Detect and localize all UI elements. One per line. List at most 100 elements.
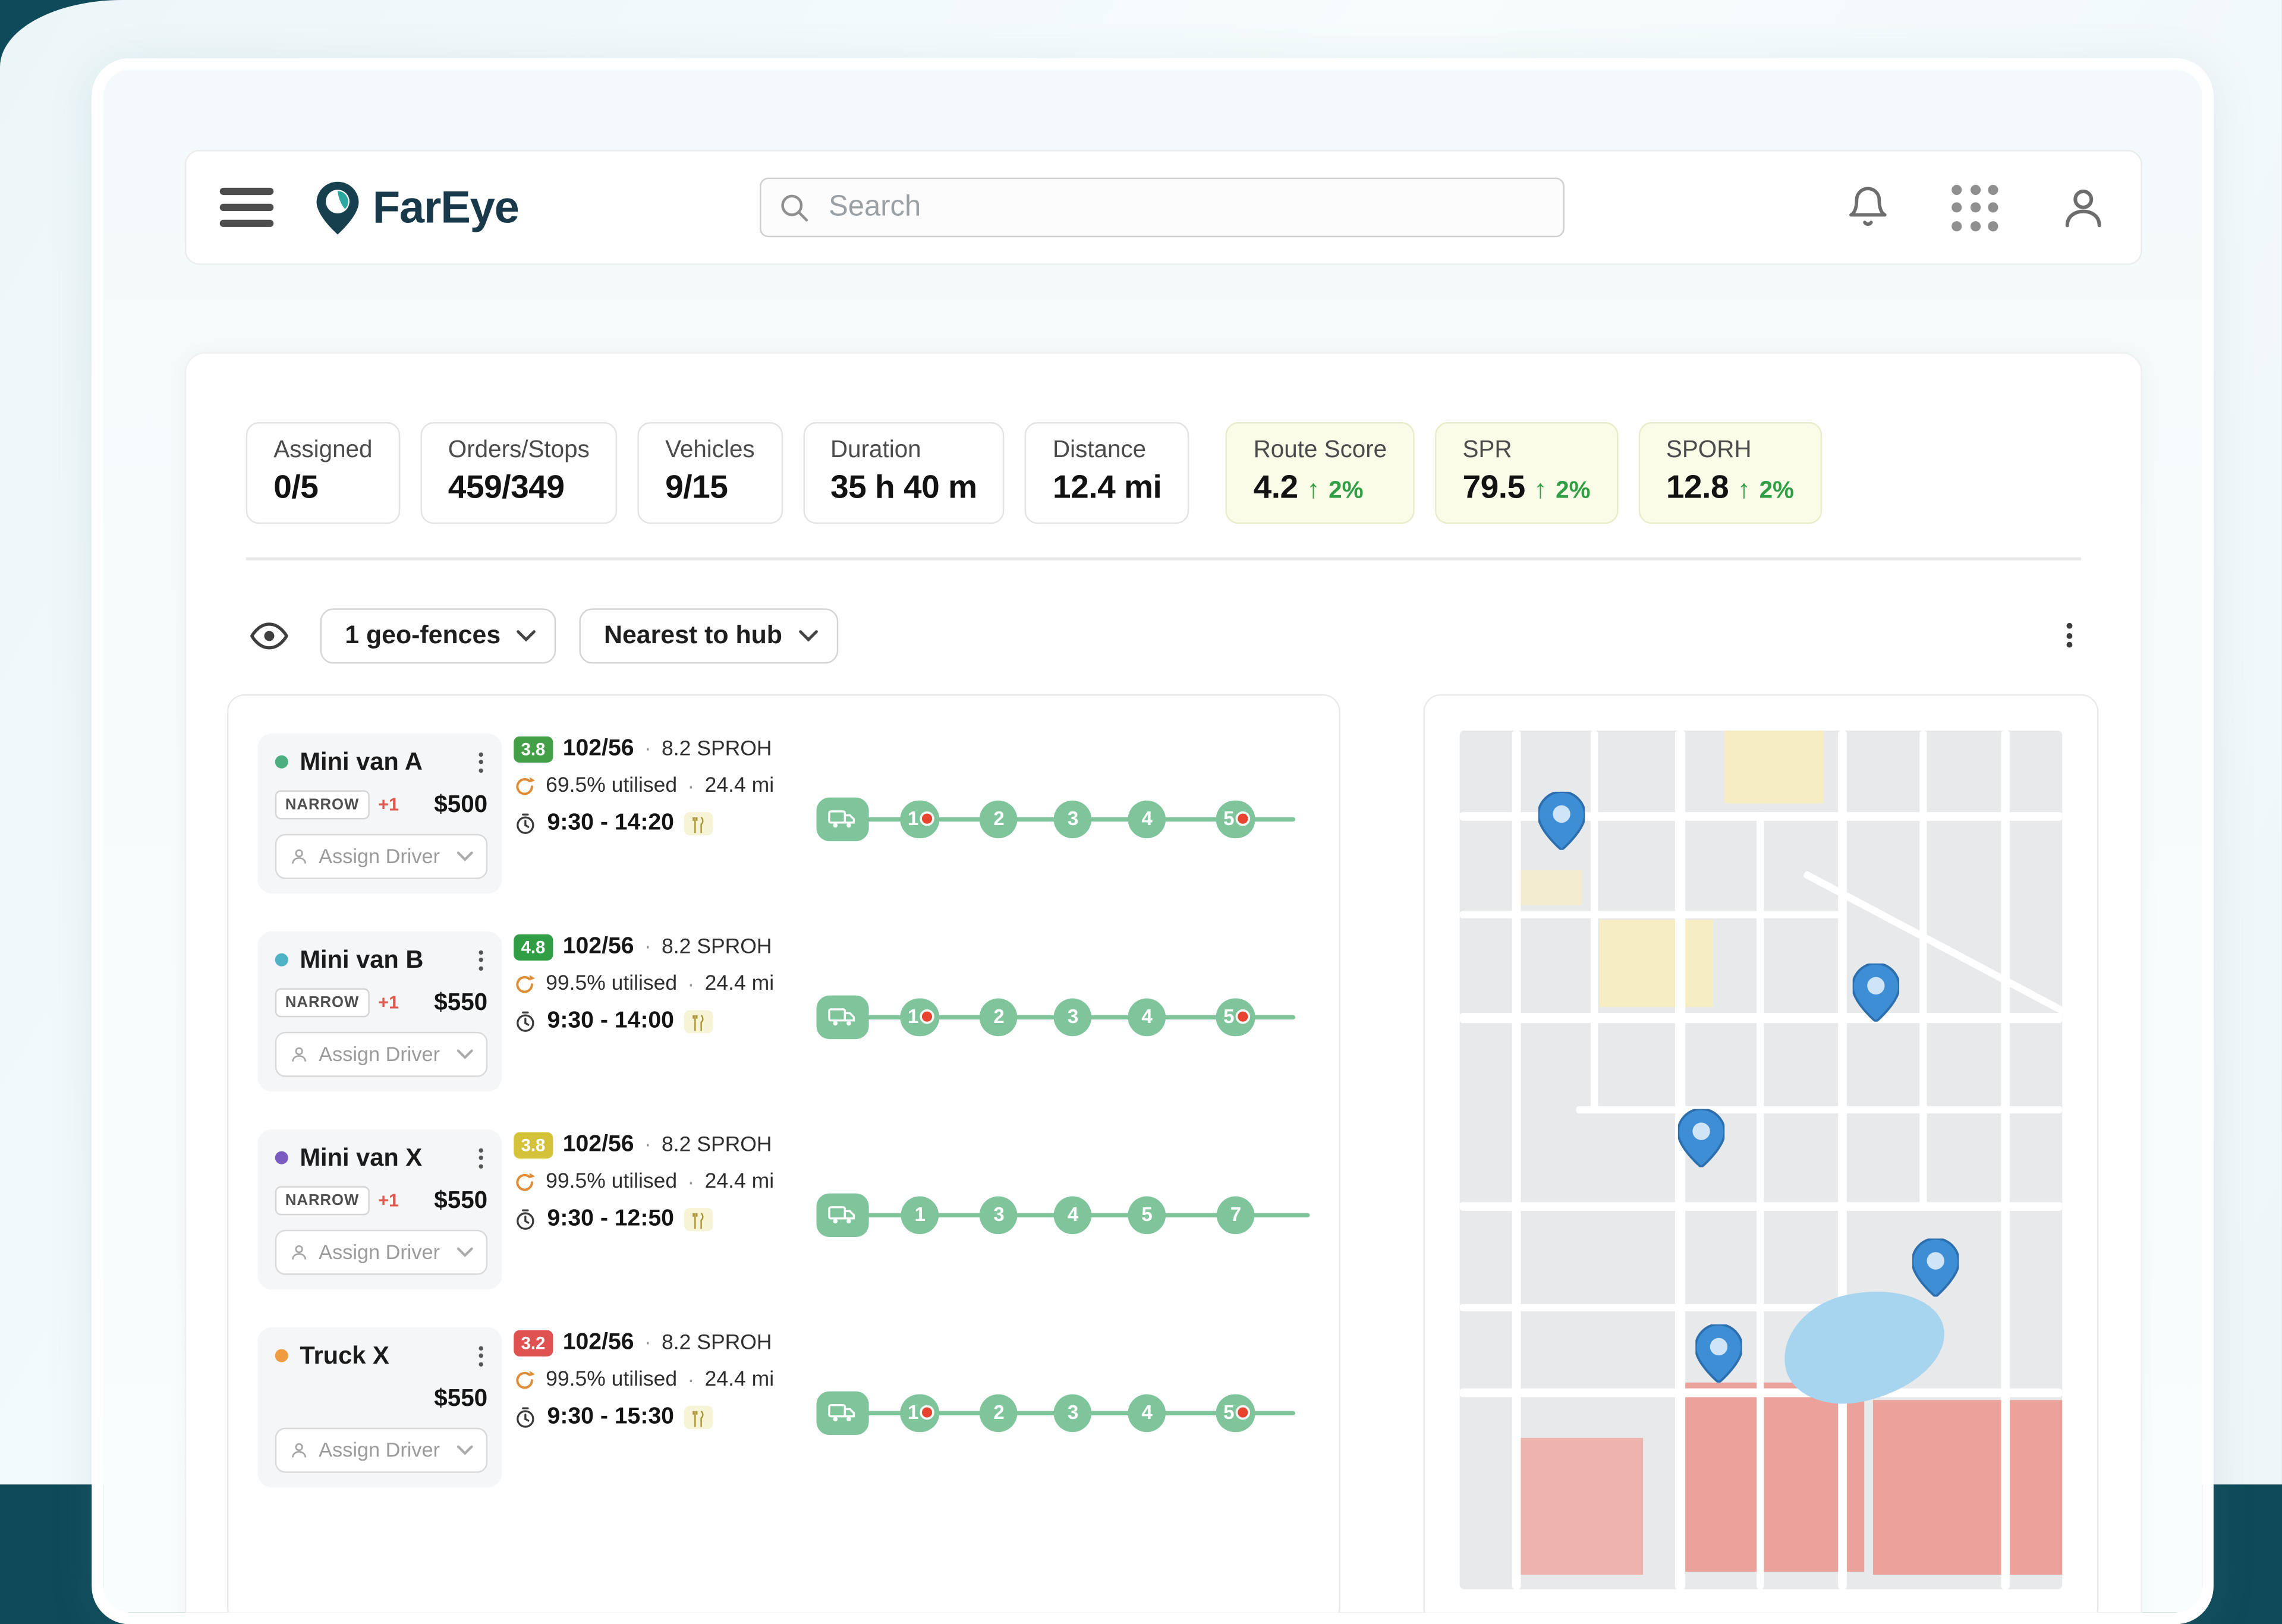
bell-icon[interactable] xyxy=(1845,185,1890,230)
vehicle-metrics: 3.2 102/56 · 8.2 SPROH 99.5% utilised · … xyxy=(514,1327,790,1430)
route-stop[interactable]: 2 xyxy=(980,1393,1018,1431)
assign-driver-label: Assign Driver xyxy=(319,1437,440,1462)
map-area-yellow xyxy=(1724,729,1824,803)
route-stop[interactable]: 3 xyxy=(1054,800,1092,838)
assign-driver-label: Assign Driver xyxy=(319,1041,440,1066)
sproh-value: 8.2 SPROH xyxy=(662,1133,772,1157)
assign-driver-dropdown[interactable]: Assign Driver xyxy=(275,1229,488,1274)
vehicle-menu-icon[interactable] xyxy=(474,747,487,776)
separator-dot: · xyxy=(644,736,651,761)
route-score-badge: 3.8 xyxy=(514,735,553,762)
route-timeline: 1 3 4 5 7 xyxy=(816,1189,1310,1239)
map-road xyxy=(1757,811,1764,1589)
route-timeline: 1 2 3 4 5 xyxy=(816,794,1310,844)
vehicle-menu-icon[interactable] xyxy=(474,1143,487,1172)
route-stop[interactable]: 4 xyxy=(1128,800,1166,838)
restaurant-icon xyxy=(693,1409,704,1427)
route-stop[interactable]: 5 xyxy=(1216,1393,1256,1431)
route-stop[interactable]: 4 xyxy=(1128,1393,1166,1431)
map-road xyxy=(1459,1012,2063,1022)
hamburger-menu-icon[interactable] xyxy=(219,188,274,227)
route-stop[interactable]: 2 xyxy=(980,800,1018,838)
search-box[interactable] xyxy=(760,177,1565,238)
map-road xyxy=(2001,729,2010,1589)
stat-label: Duration xyxy=(830,436,921,463)
brand-logo[interactable]: FarEye xyxy=(314,180,520,235)
map-pin[interactable] xyxy=(1850,962,1900,1024)
map-road xyxy=(1459,1387,2063,1397)
route-stop[interactable]: 1 xyxy=(901,1195,939,1233)
driver-icon xyxy=(292,1442,307,1457)
restaurant-icon xyxy=(693,816,704,833)
route-stop[interactable]: 7 xyxy=(1217,1195,1255,1233)
orders-stops-value: 102/56 xyxy=(562,1131,634,1157)
route-stop[interactable]: 5 xyxy=(1216,997,1256,1036)
clock-icon xyxy=(517,1208,534,1229)
vehicle-tag: NARROW xyxy=(275,1186,370,1216)
stat-label: Orders/Stops xyxy=(448,436,590,463)
vehicle-tag-more[interactable]: +1 xyxy=(378,1191,399,1211)
app-frame: FarEye Search Assigned 0/5 Orders/Stops … xyxy=(92,58,2214,1624)
vehicle-tag-more[interactable]: +1 xyxy=(378,993,399,1013)
top-icon-group xyxy=(1845,183,2107,231)
driver-icon xyxy=(292,848,307,863)
vehicle-price: $550 xyxy=(434,989,488,1015)
brand-name: FarEye xyxy=(372,181,520,232)
visibility-eye-icon[interactable] xyxy=(250,616,288,654)
orders-stops-value: 102/56 xyxy=(562,933,634,959)
route-stop[interactable]: 2 xyxy=(980,997,1018,1036)
chevron-down-icon xyxy=(457,1444,473,1455)
time-window: 9:30 - 15:30 xyxy=(547,1403,674,1429)
utilised-value: 69.5% utilised xyxy=(546,774,678,798)
user-icon[interactable] xyxy=(2059,183,2107,231)
more-options-icon[interactable] xyxy=(2062,619,2076,652)
dashboard-card: Assigned 0/5 Orders/Stops 459/349 Vehicl… xyxy=(184,352,2142,1613)
truck-icon[interactable] xyxy=(816,994,869,1038)
vehicle-tag-more[interactable]: +1 xyxy=(378,795,399,815)
truck-icon[interactable] xyxy=(816,797,869,841)
vehicle-metrics: 4.8 102/56 · 8.2 SPROH 99.5% utilised · … xyxy=(514,931,790,1034)
search-input[interactable] xyxy=(826,189,1547,226)
vehicle-price: $550 xyxy=(434,1186,488,1213)
restaurant-icon xyxy=(693,1014,704,1031)
map-pin[interactable] xyxy=(1911,1237,1960,1298)
route-stop[interactable]: 4 xyxy=(1054,1195,1092,1233)
route-stop[interactable]: 1 xyxy=(900,800,940,838)
top-nav: FarEye xyxy=(184,150,2142,265)
up-arrow-icon: ↑ xyxy=(1307,474,1320,504)
geofence-dropdown[interactable]: 1 geo-fences xyxy=(320,608,556,663)
vehicle-menu-icon[interactable] xyxy=(474,1341,487,1370)
map-pin[interactable] xyxy=(1676,1108,1726,1170)
stop-alert-dot xyxy=(1237,813,1248,824)
map[interactable] xyxy=(1459,729,2063,1589)
stat-value: 459/349 xyxy=(448,468,565,505)
route-stop[interactable]: 1 xyxy=(900,1393,940,1431)
assign-driver-dropdown[interactable]: Assign Driver xyxy=(275,833,488,879)
stat-delta: 2% xyxy=(1556,477,1591,504)
route-stop[interactable]: 4 xyxy=(1128,997,1166,1036)
distance-value: 24.4 mi xyxy=(704,774,775,798)
sproh-value: 8.2 SPROH xyxy=(662,1330,772,1355)
route-stop[interactable]: 5 xyxy=(1128,1195,1166,1233)
driver-icon xyxy=(292,1244,307,1259)
route-stop[interactable]: 3 xyxy=(1054,1393,1092,1431)
apps-grid-icon[interactable] xyxy=(1951,184,1998,231)
assign-driver-dropdown[interactable]: Assign Driver xyxy=(275,1427,488,1472)
assign-driver-label: Assign Driver xyxy=(319,1239,440,1264)
time-window: 9:30 - 14:20 xyxy=(547,810,674,835)
separator-dot: · xyxy=(644,1330,651,1355)
separator-dot: · xyxy=(687,1367,695,1392)
distance-value: 24.4 mi xyxy=(704,1170,775,1194)
route-stop[interactable]: 5 xyxy=(1216,800,1256,838)
stat-delta: 2% xyxy=(1329,477,1364,504)
route-stop[interactable]: 3 xyxy=(1054,997,1092,1036)
route-stop[interactable]: 1 xyxy=(900,997,940,1036)
truck-icon[interactable] xyxy=(816,1390,869,1434)
sort-dropdown[interactable]: Nearest to hub xyxy=(579,608,838,663)
truck-icon[interactable] xyxy=(816,1192,869,1236)
map-pin[interactable] xyxy=(1537,791,1587,852)
map-pin[interactable] xyxy=(1694,1323,1743,1384)
route-stop[interactable]: 3 xyxy=(980,1195,1018,1233)
vehicle-menu-icon[interactable] xyxy=(474,945,487,974)
assign-driver-dropdown[interactable]: Assign Driver xyxy=(275,1031,488,1077)
